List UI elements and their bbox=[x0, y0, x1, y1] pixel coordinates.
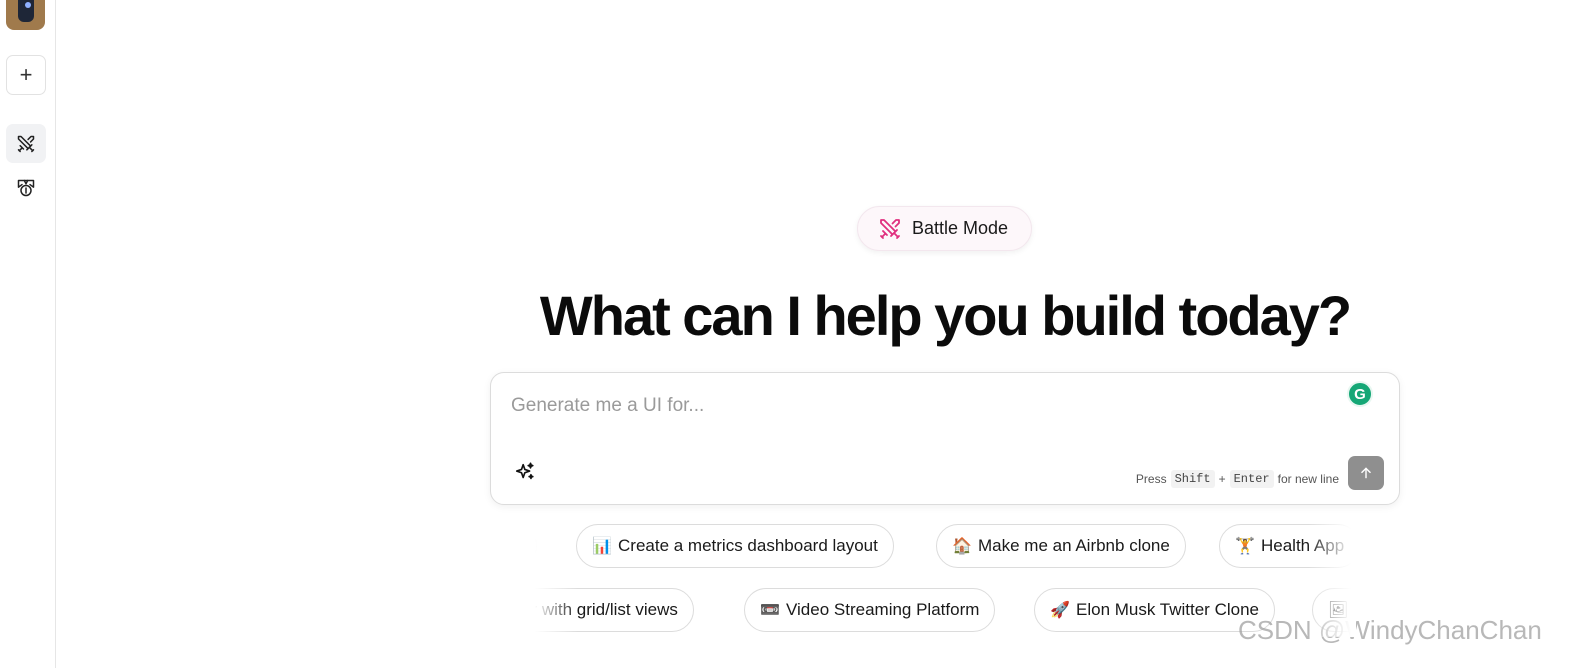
avatar-highlight bbox=[25, 2, 31, 8]
hint-plus: + bbox=[1218, 472, 1226, 486]
shift-key: Shift bbox=[1170, 470, 1215, 488]
rocket-icon: 🚀 bbox=[1050, 602, 1070, 619]
app-root: + Battle Mode What can I help you build … bbox=[0, 0, 1587, 668]
swords-icon bbox=[880, 218, 900, 239]
chip-label: Elon Musk Twitter Clone bbox=[1076, 600, 1259, 619]
suggestions-row-2: er with grid/list views 📼 Video Streamin… bbox=[530, 587, 1356, 637]
hint-suffix: for new line bbox=[1277, 472, 1339, 486]
suggestion-chip[interactable]: er with grid/list views bbox=[530, 588, 694, 632]
page-title: What can I help you build today? bbox=[539, 284, 1352, 347]
plus-icon: + bbox=[19, 62, 33, 87]
avatar[interactable] bbox=[6, 0, 45, 30]
suggestion-chip[interactable]: 🏋 Health App bbox=[1219, 524, 1356, 568]
suggestion-chip[interactable]: 📼 Video Streaming Platform bbox=[744, 588, 996, 632]
new-chat-button[interactable]: + bbox=[6, 55, 46, 95]
weightlifter-icon: 🏋 bbox=[1235, 538, 1255, 555]
newline-hint: Press Shift + Enter for new line bbox=[1136, 470, 1339, 488]
battle-mode-label: Battle Mode bbox=[912, 218, 1009, 238]
enter-key: Enter bbox=[1229, 470, 1274, 488]
suggestion-chip[interactable]: 🏠 Make me an Airbnb clone bbox=[936, 524, 1186, 568]
chip-label: Video Streaming Platform bbox=[786, 600, 980, 619]
swords-icon bbox=[17, 135, 35, 152]
fade-left bbox=[530, 523, 578, 573]
suggestion-chip[interactable]: s bbox=[530, 524, 537, 568]
suggestion-chip[interactable]: 📊 Create a metrics dashboard layout bbox=[576, 524, 894, 568]
chip-label: er with grid/list views bbox=[530, 600, 678, 619]
sparkles-icon bbox=[515, 462, 534, 480]
chart-icon: 📊 bbox=[592, 538, 612, 555]
arrow-up-icon bbox=[1361, 467, 1371, 479]
sidebar-item-battle[interactable] bbox=[6, 124, 46, 163]
sidebar-item-leaderboard[interactable] bbox=[6, 168, 46, 208]
grammarly-icon[interactable]: G bbox=[1347, 381, 1373, 407]
chip-label: Health App bbox=[1261, 536, 1345, 555]
prompt-input[interactable] bbox=[511, 391, 1331, 421]
videocassette-icon: 📼 bbox=[760, 602, 780, 619]
chip-label: Create a metrics dashboard layout bbox=[618, 536, 878, 555]
house-icon: 🏠 bbox=[952, 538, 972, 555]
chip-label: Make me an Airbnb clone bbox=[978, 536, 1170, 555]
medal-icon bbox=[17, 179, 35, 197]
watermark: CSDN @WindyChanChan bbox=[1238, 615, 1542, 645]
enhance-prompt-button[interactable] bbox=[513, 460, 537, 484]
prompt-composer: G Press Shift + Enter for new line bbox=[490, 372, 1400, 505]
send-button[interactable] bbox=[1348, 456, 1384, 490]
hint-press: Press bbox=[1135, 472, 1167, 486]
suggestions-row-1: s 📊 Create a metrics dashboard layout 🏠 … bbox=[530, 523, 1356, 573]
battle-mode-badge[interactable]: Battle Mode bbox=[857, 206, 1032, 251]
sidebar: + bbox=[0, 0, 56, 668]
